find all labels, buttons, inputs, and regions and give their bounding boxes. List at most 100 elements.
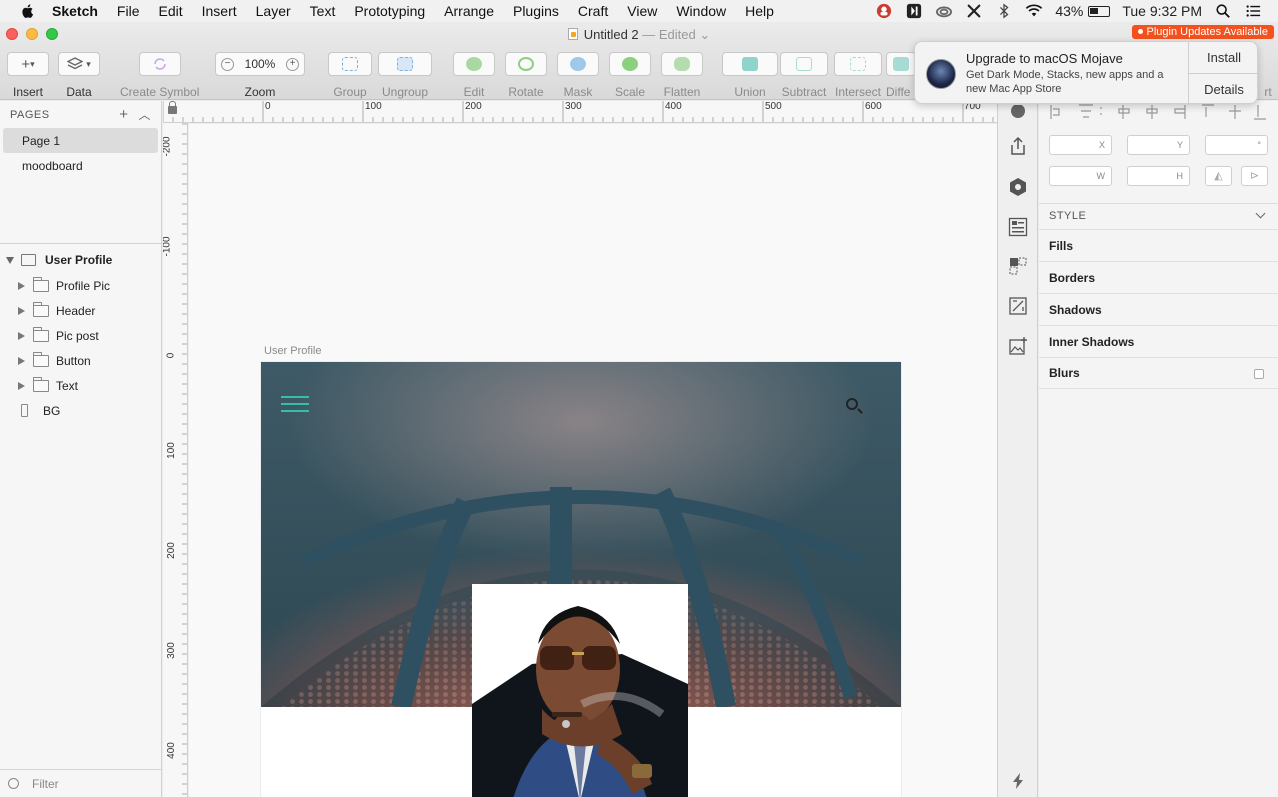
disclosure-closed-icon[interactable] [18,331,25,340]
clock[interactable]: Tue 9:32 PM [1122,3,1202,19]
subtract-tool[interactable]: Subtract [780,52,828,99]
edit-tool[interactable]: Edit [453,52,495,99]
lastpass-icon[interactable] [875,3,893,19]
height-field[interactable]: H [1127,166,1190,186]
blurs-section[interactable]: Blurs [1039,357,1278,389]
plugin-updates-badge[interactable]: Plugin Updates Available [1131,25,1274,39]
zoom-out-button[interactable]: − [221,57,234,71]
rectangle-icon [21,404,28,417]
zoom-in-button[interactable]: + [285,57,299,71]
blurs-checkbox[interactable] [1254,369,1264,379]
group-tool[interactable]: Group [328,52,372,99]
zoom-value[interactable]: 100% [245,57,276,71]
export-tool[interactable]: rt [1258,52,1278,99]
macos-upgrade-notification[interactable]: Upgrade to macOS Mojave Get Dark Mode, S… [914,41,1258,104]
apple-icon[interactable] [18,3,38,19]
menu-help[interactable]: Help [745,3,774,19]
disclosure-closed-icon[interactable] [18,306,25,315]
layer-group-text[interactable]: Text [0,373,162,398]
width-field[interactable]: W [1049,166,1112,186]
component-icon[interactable] [1008,177,1028,197]
media-icon[interactable] [905,3,923,19]
mask-tool[interactable]: Mask [557,52,599,99]
flip-vertical-button[interactable]: ⊳ [1241,166,1268,186]
union-tool[interactable]: Union [722,52,778,99]
collapse-pages-icon[interactable]: ︿ [138,106,151,123]
menu-text[interactable]: Text [310,3,336,19]
menu-app-sketch[interactable]: Sketch [52,3,98,19]
page-item-page-1[interactable]: Page 1 [3,128,158,153]
flip-horizontal-button[interactable]: ◭ [1205,166,1232,186]
inner-shadows-section[interactable]: Inner Shadows [1039,325,1278,357]
menu-prototyping[interactable]: Prototyping [354,3,425,19]
menu-arrange[interactable]: Arrange [444,3,494,19]
layer-rect-bg[interactable]: BG [0,398,162,423]
page-item-moodboard[interactable]: moodboard [3,153,158,178]
lightning-icon[interactable] [1012,773,1024,789]
canvas[interactable]: User Profile [189,124,997,797]
details-button[interactable]: Details [1189,73,1257,103]
flatten-tool[interactable]: Flatten [661,52,703,99]
layer-group-profile-pic[interactable]: Profile Pic [0,273,162,298]
menu-insert[interactable]: Insert [202,3,237,19]
create-symbol-tool[interactable]: Create Symbol [120,52,199,99]
flip-vertical-icon: ⊳ [1249,170,1260,182]
disclosure-closed-icon[interactable] [18,281,25,290]
artboard-user-profile[interactable] [261,362,901,797]
intersect-tool[interactable]: Intersect [834,52,882,99]
disclosure-closed-icon[interactable] [18,381,25,390]
menu-layer[interactable]: Layer [256,3,291,19]
bluetooth-icon[interactable] [995,3,1013,19]
ruler-label-400: 400 [665,101,682,112]
y-position-field[interactable]: Y [1127,135,1190,155]
scale-tool[interactable]: Scale [609,52,651,99]
share-icon[interactable] [1008,136,1028,156]
panel-divider[interactable] [0,243,162,244]
difference-tool[interactable]: Diffe [886,52,916,99]
wifi-icon[interactable] [1025,3,1043,19]
layer-group-pic-post[interactable]: Pic post [0,323,162,348]
resize-frame-icon[interactable] [1008,296,1028,316]
hamburger-menu-icon[interactable] [281,396,309,417]
lock-icon[interactable] [168,101,177,114]
profile-picture[interactable] [472,584,688,797]
layer-artboard-user-profile[interactable]: User Profile [0,247,162,273]
menu-plugins[interactable]: Plugins [513,3,559,19]
menu-edit[interactable]: Edit [158,3,182,19]
layer-group-header[interactable]: Header [0,298,162,323]
fills-section[interactable]: Fills [1039,229,1278,261]
battery-status[interactable]: 43% [1055,3,1111,19]
creative-cloud-icon[interactable] [935,3,953,19]
artboard-title[interactable]: User Profile [264,345,321,357]
add-page-icon[interactable]: + [119,106,128,123]
disclosure-open-icon[interactable] [6,256,14,264]
menu-window[interactable]: Window [676,3,726,19]
borders-section[interactable]: Borders [1039,261,1278,293]
add-image-icon[interactable] [1008,336,1028,356]
x-position-field[interactable]: X [1049,135,1112,155]
layer-list-icon[interactable] [1008,217,1028,237]
shadows-section[interactable]: Shadows [1039,293,1278,325]
disclosure-closed-icon[interactable] [18,356,25,365]
color-wheel-icon[interactable] [1008,105,1028,125]
rotate-tool[interactable]: Rotate [505,52,547,99]
menu-view[interactable]: View [627,3,657,19]
layer-filter[interactable]: Filter [0,769,162,797]
symbols-icon[interactable] [1008,256,1028,276]
spotlight-search-icon[interactable] [1214,3,1232,19]
install-button[interactable]: Install [1189,42,1257,73]
rotation-field[interactable]: ° [1205,135,1268,155]
horizontal-ruler[interactable]: 0 100 200 300 400 500 600 700 [163,101,997,123]
ruler-label-600: 600 [865,101,882,112]
tools-icon[interactable] [965,3,983,19]
layer-group-button[interactable]: Button [0,348,162,373]
menu-craft[interactable]: Craft [578,3,608,19]
ungroup-tool[interactable]: Ungroup [378,52,432,99]
vertical-ruler[interactable]: -200 -100 0 100 200 300 400 [163,123,188,797]
insert-tool[interactable]: + ▾ Insert [7,52,49,99]
data-tool[interactable]: ▾ Data [58,52,100,99]
notification-center-icon[interactable] [1244,3,1262,19]
search-icon[interactable] [846,398,858,410]
style-section-header[interactable]: STYLE [1039,203,1278,227]
menu-file[interactable]: File [117,3,140,19]
